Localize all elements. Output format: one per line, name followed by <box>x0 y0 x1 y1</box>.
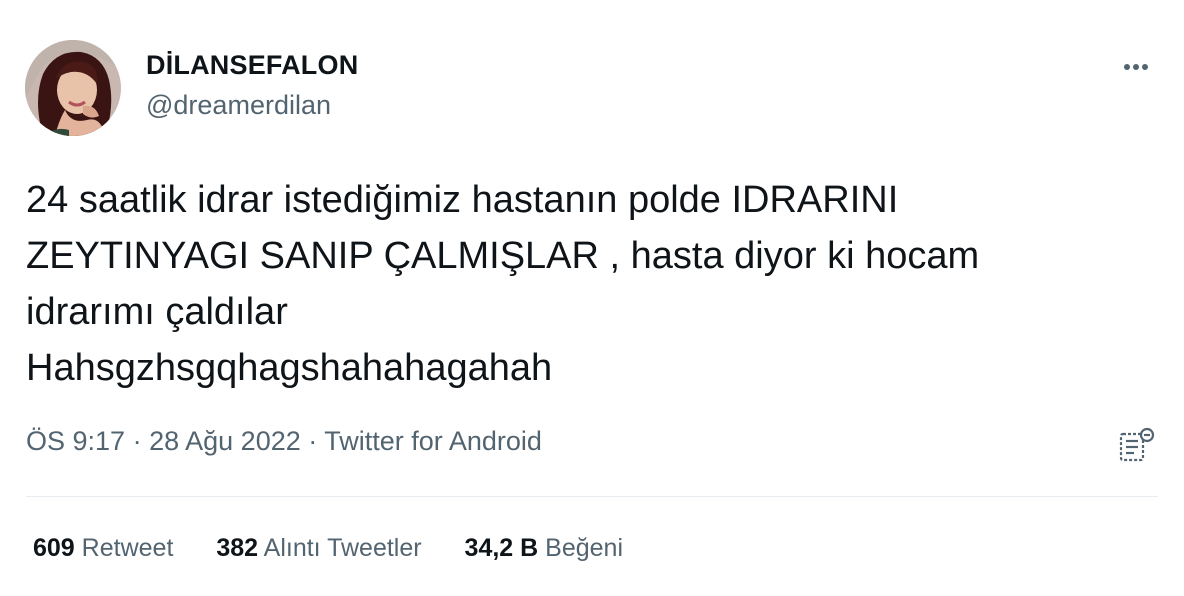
divider <box>26 496 1158 497</box>
tweet-text-line: ZEYTINYAGI SANIP ÇALMIŞLAR , hasta diyor… <box>26 235 980 277</box>
quote-tweets-label: Alıntı Tweetler <box>263 534 422 562</box>
tweet-text: 24 saatlik idrar istediğimiz hastanın po… <box>26 172 1166 396</box>
meta-separator: · <box>308 426 318 456</box>
tweet-metadata: ÖS 9:17 · 28 Ağu 2022 · Twitter for Andr… <box>26 426 542 457</box>
retweets-label: Retweet <box>81 534 174 562</box>
quote-tweets-stat[interactable]: 382 Alıntı Tweetler <box>216 534 421 563</box>
retweets-count: 609 <box>33 534 75 562</box>
engagement-stats: 609 Retweet 382 Alıntı Tweetler 34,2 B B… <box>33 534 659 563</box>
tweet-text-line: Hahsgzhsgqhagshahahagahah <box>26 347 553 389</box>
retweets-stat[interactable]: 609 Retweet <box>33 534 173 563</box>
likes-count: 34,2 B <box>464 534 539 562</box>
tweet-source[interactable]: Twitter for Android <box>324 426 542 456</box>
likes-label: Beğeni <box>545 534 624 562</box>
tweet-date[interactable]: 28 Ağu 2022 <box>149 426 301 456</box>
avatar[interactable] <box>25 40 121 136</box>
tweet-text-line: idrarımı çaldılar <box>26 291 288 333</box>
user-handle[interactable]: @dreamerdilan <box>146 90 331 121</box>
analytics-icon[interactable] <box>1114 424 1158 468</box>
display-name[interactable]: DİLANSEFALON <box>146 50 358 81</box>
tweet-card: DİLANSEFALON @dreamerdilan 24 saatlik id… <box>0 0 1184 596</box>
quote-tweets-count: 382 <box>216 534 259 562</box>
meta-separator: · <box>132 426 142 456</box>
likes-stat[interactable]: 34,2 B Beğeni <box>465 534 623 563</box>
avatar-image <box>25 40 121 136</box>
tweet-time[interactable]: ÖS 9:17 <box>26 426 125 456</box>
more-horizontal-icon[interactable] <box>1116 50 1156 84</box>
tweet-text-line: 24 saatlik idrar istediğimiz hastanın po… <box>26 179 899 221</box>
